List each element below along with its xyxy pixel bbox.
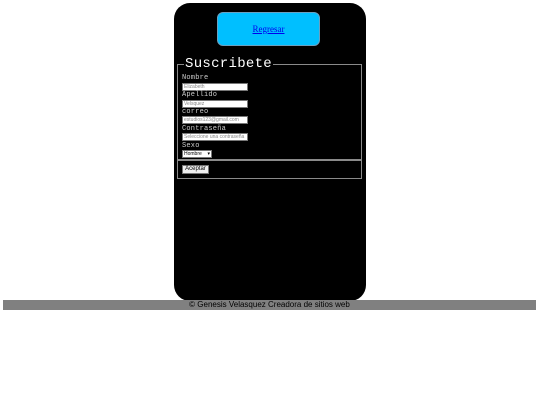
form-legend: Suscribete (184, 56, 274, 72)
password-input[interactable]: Seleccione una contraseña (182, 133, 248, 141)
signup-fieldset: Suscribete Nombre Elizabeth Apellido Vel… (177, 57, 362, 160)
signup-card: Regresar Suscribete Nombre Elizabeth Ape… (174, 3, 366, 301)
submit-fieldset: Aceptar (177, 160, 362, 179)
email-label: correo (182, 108, 209, 116)
first-name-input[interactable]: Elizabeth (182, 83, 248, 91)
email-input[interactable]: estudios123@gmail.com (182, 116, 248, 124)
back-link[interactable]: Regresar (253, 24, 285, 34)
back-button[interactable]: Regresar (217, 12, 320, 46)
first-name-label: Nombre (182, 74, 209, 82)
footer: © Genesis Velasquez Creadora de sitios w… (3, 300, 536, 310)
sex-label: Sexo (182, 142, 200, 150)
submit-button[interactable]: Aceptar (182, 165, 209, 174)
sex-select[interactable]: Hombre ▾ (182, 150, 212, 158)
password-label: Contraseña (182, 125, 227, 133)
last-name-input[interactable]: Velsquez (182, 100, 248, 108)
last-name-label: Apellido (182, 91, 218, 99)
chevron-down-icon: ▾ (207, 151, 210, 157)
sex-selected-value: Hombre (184, 151, 202, 157)
